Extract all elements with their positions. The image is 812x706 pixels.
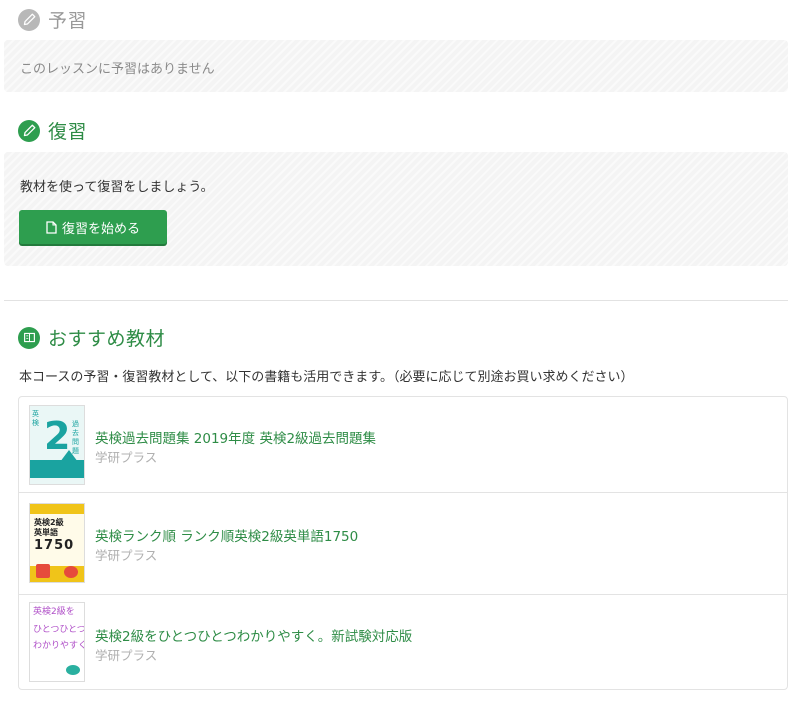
pencil-icon	[18, 8, 40, 31]
book-item[interactable]: 英検2級 英単語 1750 英検ランク順 ランク順英検2級英単語1750 学研プラ…	[19, 493, 787, 595]
fukushu-header: 復習	[18, 117, 87, 144]
book-title[interactable]: 英検過去問題集 2019年度 英検2級過去問題集	[95, 427, 376, 447]
fukushu-title: 復習	[48, 121, 88, 143]
book-title[interactable]: 英検2級をひとつひとつわかりやすく。新試験対応版	[95, 625, 412, 645]
yoshu-message: このレッスンに予習はありません	[20, 62, 215, 77]
osusume-title: おすすめ教材	[48, 328, 166, 350]
yoshu-header: 予習	[18, 6, 87, 33]
book-publisher: 学研プラス	[95, 648, 158, 663]
start-review-label: 復習を始める	[61, 221, 140, 237]
book-item[interactable]: 英検2級を ひとつひとつ わかりやすく。 英検2級をひとつひとつわかりやすく。新…	[19, 595, 787, 689]
divider	[4, 300, 788, 301]
book-publisher: 学研プラス	[95, 450, 158, 465]
fukushu-message: 教材を使って復習をしましょう。	[20, 180, 214, 195]
book-publisher: 学研プラス	[95, 548, 158, 563]
fukushu-panel: 教材を使って復習をしましょう。 復習を始める	[4, 152, 788, 266]
book-icon	[18, 326, 40, 349]
osusume-header: おすすめ教材	[18, 324, 165, 351]
book-list: 英検 2 過去問題 英検過去問題集 2019年度 英検2級過去問題集 学研プラス…	[18, 396, 788, 690]
book-item[interactable]: 英検 2 過去問題 英検過去問題集 2019年度 英検2級過去問題集 学研プラス	[19, 397, 787, 493]
pencil-icon	[18, 119, 40, 142]
start-review-button[interactable]: 復習を始める	[19, 210, 167, 244]
book-cover: 英検2級 英単語 1750	[29, 503, 85, 583]
yoshu-title: 予習	[48, 10, 88, 32]
osusume-intro: 本コースの予習・復習教材として、以下の書籍も活用できます。（必要に応じて別途お買…	[19, 370, 634, 385]
book-cover: 英検2級を ひとつひとつ わかりやすく。	[29, 602, 85, 682]
yoshu-panel: このレッスンに予習はありません	[4, 40, 788, 92]
book-cover: 英検 2 過去問題	[29, 405, 85, 485]
document-icon	[46, 220, 57, 234]
book-title[interactable]: 英検ランク順 ランク順英検2級英単語1750	[95, 525, 358, 545]
